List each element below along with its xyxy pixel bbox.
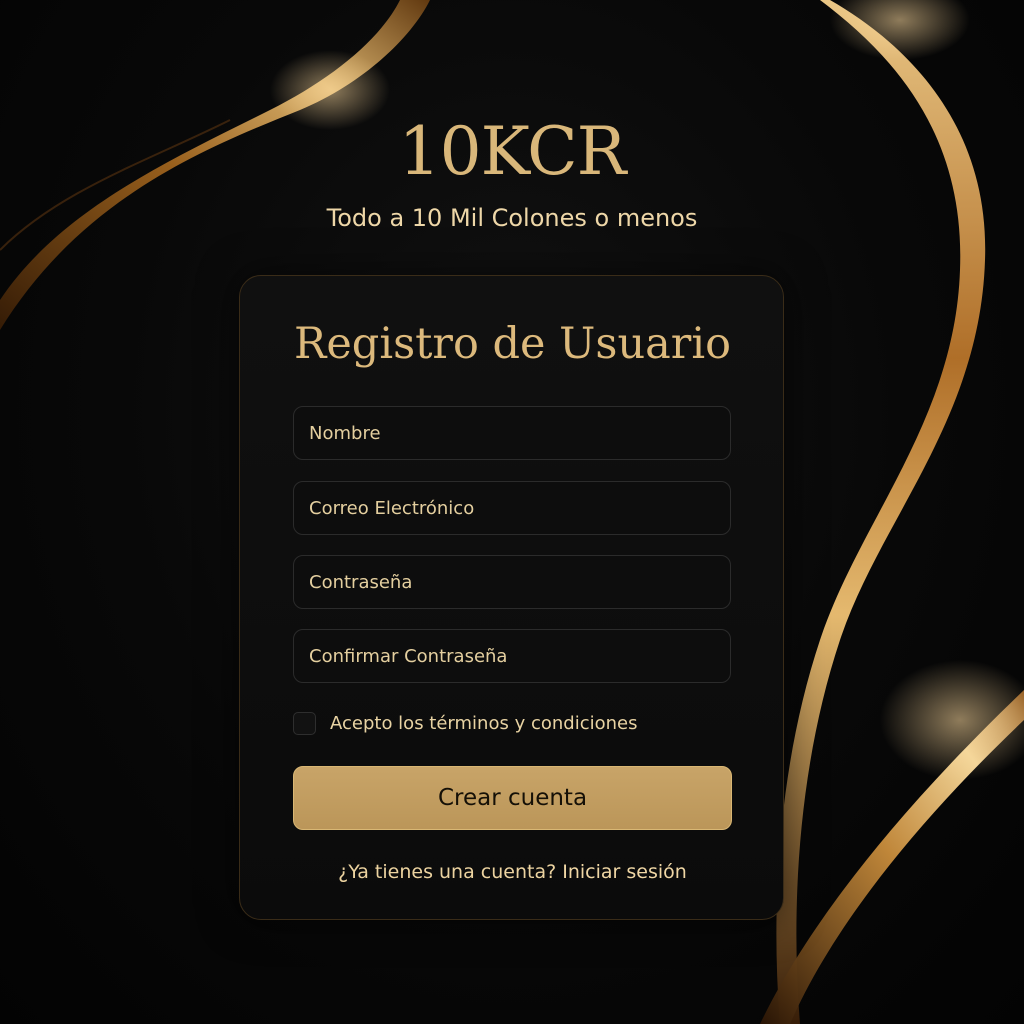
brand-logo: 10KCR [398, 113, 627, 190]
login-prompt-text: ¿Ya tienes una cuenta? [338, 861, 557, 883]
terms-row: Acepto los términos y condiciones [293, 710, 637, 736]
registration-page: 10KCR Todo a 10 Mil Colones o menos Regi… [0, 0, 1024, 1024]
registration-card: Registro de Usuario Nombre Correo Electr… [239, 275, 784, 920]
create-account-button[interactable]: Crear cuenta [293, 766, 732, 830]
brand-tagline: Todo a 10 Mil Colones o menos [326, 204, 698, 232]
name-field[interactable]: Nombre [293, 406, 731, 460]
email-field[interactable]: Correo Electrónico [293, 481, 731, 535]
terms-checkbox[interactable] [293, 711, 316, 735]
confirm-password-field[interactable]: Confirmar Contraseña [293, 629, 731, 683]
terms-label[interactable]: Acepto los términos y condiciones [330, 713, 637, 734]
login-link[interactable]: Iniciar sesión [562, 861, 687, 883]
password-field[interactable]: Contraseña [293, 555, 731, 609]
login-prompt-row: ¿Ya tienes una cuenta? Iniciar sesión [240, 858, 785, 886]
form-title: Registro de Usuario [293, 319, 732, 369]
